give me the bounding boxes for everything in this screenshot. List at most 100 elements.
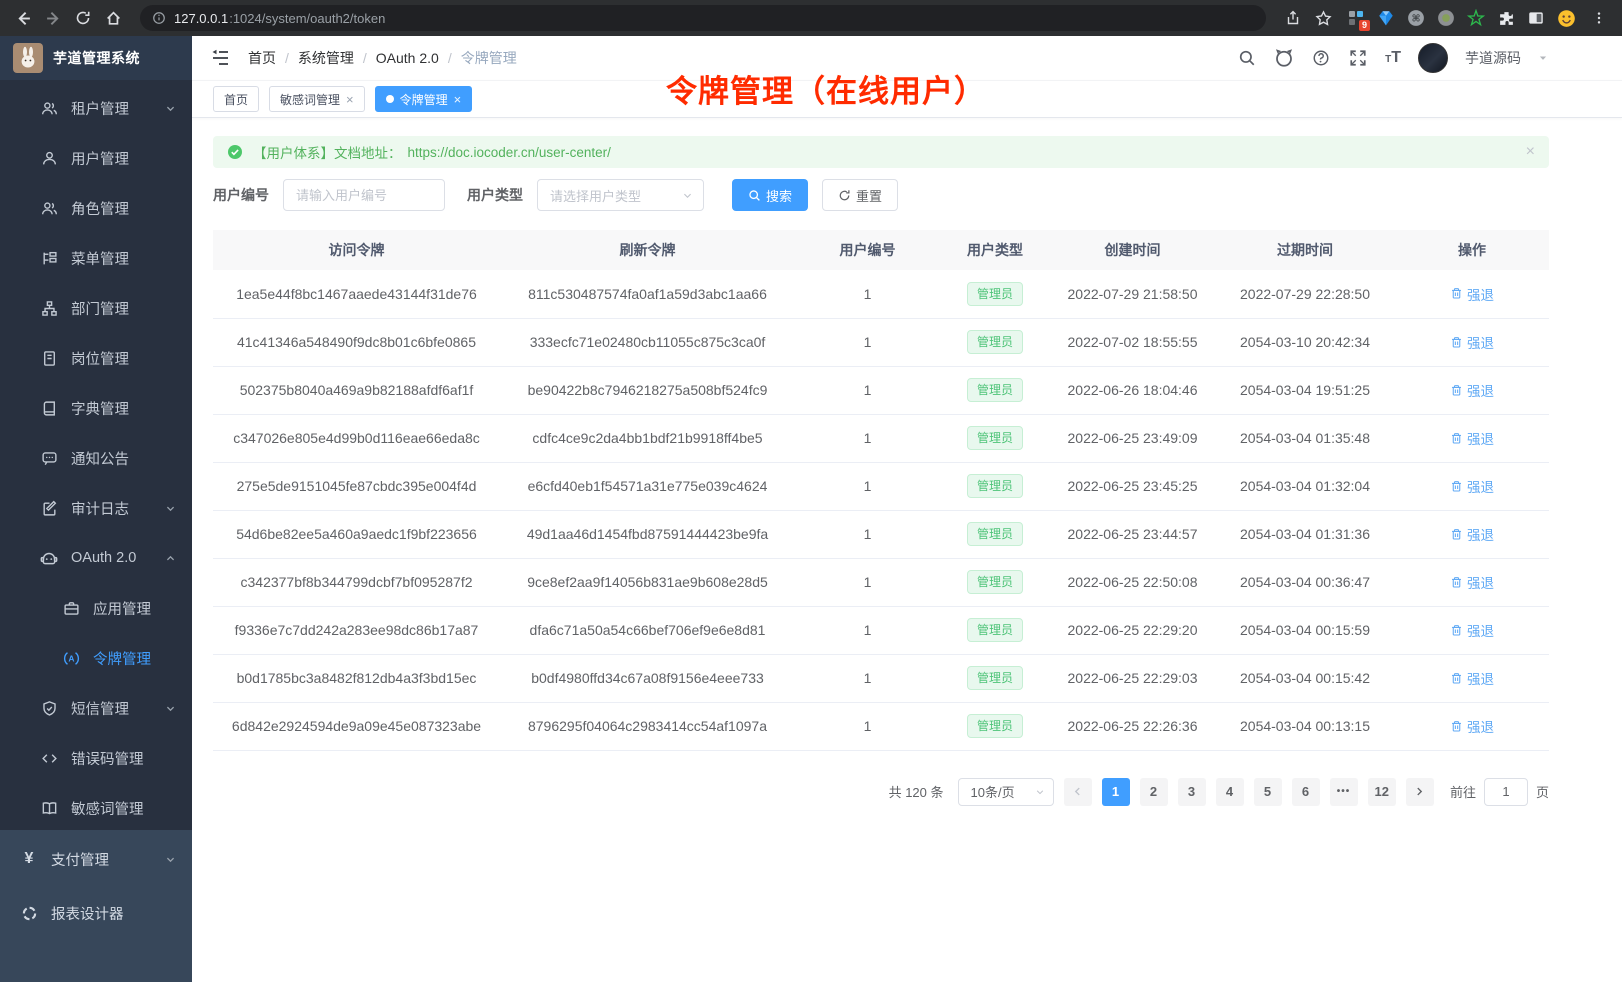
next-page-button[interactable] xyxy=(1406,778,1434,806)
sidebar-menu: 租户管理 用户管理 角色管理 菜单管理 部门管理 xyxy=(0,80,192,830)
sidebar-item-oauth2-app[interactable]: 应用管理 xyxy=(0,583,192,633)
sidebar-item-pay[interactable]: ¥ 支付管理 xyxy=(0,832,192,886)
sidebar-item-tenant[interactable]: 租户管理 xyxy=(0,83,192,133)
record-circle-icon[interactable] xyxy=(1436,8,1456,28)
fullscreen-icon[interactable] xyxy=(1348,48,1368,68)
close-icon[interactable]: × xyxy=(346,93,354,106)
split-window-icon[interactable] xyxy=(1526,8,1546,28)
sidebar-item-oauth2-token[interactable]: A 令牌管理 xyxy=(0,633,192,683)
emoji-icon[interactable] xyxy=(1556,8,1576,28)
search-button[interactable]: 搜索 xyxy=(732,179,808,211)
sidebar-item-dict[interactable]: 字典管理 xyxy=(0,383,192,433)
alert-close-icon[interactable]: × xyxy=(1526,143,1535,161)
goto-page-input[interactable] xyxy=(1484,778,1528,806)
sidebar-item-menu-mgmt[interactable]: 菜单管理 xyxy=(0,233,192,283)
sidebar-item-audit-log[interactable]: 审计日志 xyxy=(0,483,192,533)
sidebar-item-sensitive-word[interactable]: 敏感词管理 xyxy=(0,783,192,833)
breadcrumb-home[interactable]: 首页 xyxy=(248,48,276,68)
trash-icon xyxy=(1450,336,1463,349)
svg-text:A: A xyxy=(68,653,74,663)
app-logo[interactable]: 芋道管理系统 xyxy=(0,36,192,80)
user-type-badge: 管理员 xyxy=(967,282,1023,306)
user-id-input[interactable] xyxy=(283,179,445,211)
page-button-4[interactable]: 4 xyxy=(1216,778,1244,806)
doc-link[interactable]: https://doc.iocoder.cn/user-center/ xyxy=(408,145,611,160)
tab-home[interactable]: 首页 xyxy=(213,86,259,112)
sidebar-item-post[interactable]: 岗位管理 xyxy=(0,333,192,383)
edit-document-icon xyxy=(40,499,58,517)
page-size-select[interactable]: 10条/页 xyxy=(958,778,1054,806)
sidebar-item-report-designer[interactable]: 报表设计器 xyxy=(0,886,192,940)
cell-refresh-token: 9ce8ef2aa9f14056b831ae9b608e28d5 xyxy=(500,558,795,606)
share-icon[interactable] xyxy=(1280,5,1306,31)
doc-alert: 【用户体系】文档地址： https://doc.iocoder.cn/user-… xyxy=(213,136,1549,168)
page-button-12[interactable]: 12 xyxy=(1368,778,1396,806)
force-logout-button[interactable]: 强退 xyxy=(1450,668,1494,688)
green-star-icon[interactable] xyxy=(1466,8,1486,28)
cell-expires: 2022-07-29 22:28:50 xyxy=(1215,270,1395,318)
breadcrumb-oauth2[interactable]: OAuth 2.0 xyxy=(376,50,439,66)
force-logout-button[interactable]: 强退 xyxy=(1450,524,1494,544)
tab-label: 首页 xyxy=(224,91,248,108)
sidebar-item-dept[interactable]: 部门管理 xyxy=(0,283,192,333)
page-ellipsis-button[interactable]: ••• xyxy=(1330,778,1358,806)
trash-icon xyxy=(1450,624,1463,637)
user-type-select[interactable]: 请选择用户类型 xyxy=(537,179,704,211)
cell-access-token: 275e5de9151045fe87cbdc395e004f4d xyxy=(213,462,500,510)
browser-forward-icon[interactable] xyxy=(40,5,66,31)
sidebar-fold-icon[interactable] xyxy=(210,47,232,69)
force-logout-button[interactable]: 强退 xyxy=(1450,428,1494,448)
font-size-icon[interactable]: TT xyxy=(1385,49,1401,67)
address-bar[interactable]: 127.0.0.1:1024/system/oauth2/token xyxy=(140,5,1266,31)
page-button-6[interactable]: 6 xyxy=(1292,778,1320,806)
github-icon[interactable] xyxy=(1274,48,1294,68)
site-info-icon[interactable] xyxy=(152,11,166,25)
reset-button[interactable]: 重置 xyxy=(822,179,898,211)
force-logout-button[interactable]: 强退 xyxy=(1450,332,1494,352)
page-button-2[interactable]: 2 xyxy=(1140,778,1168,806)
force-logout-button[interactable]: 强退 xyxy=(1450,284,1494,304)
close-icon[interactable]: × xyxy=(454,93,462,106)
sidebar-item-notice[interactable]: 通知公告 xyxy=(0,433,192,483)
force-logout-button[interactable]: 强退 xyxy=(1450,380,1494,400)
org-chart-icon xyxy=(40,299,58,317)
caret-down-icon[interactable] xyxy=(1538,53,1548,63)
puzzle-icon[interactable] xyxy=(1496,8,1516,28)
tab-token-mgmt[interactable]: 令牌管理× xyxy=(375,86,473,112)
sidebar-item-errcode[interactable]: 错误码管理 xyxy=(0,733,192,783)
prev-page-button[interactable] xyxy=(1064,778,1092,806)
trash-icon xyxy=(1450,528,1463,541)
browser-home-icon[interactable] xyxy=(100,5,126,31)
gem-icon[interactable] xyxy=(1376,8,1396,28)
page-button-5[interactable]: 5 xyxy=(1254,778,1282,806)
table-row: b0d1785bc3a8482f812db4a3f3bd15ec b0df498… xyxy=(213,654,1549,702)
col-expires: 过期时间 xyxy=(1215,230,1395,270)
cell-created: 2022-07-02 18:55:55 xyxy=(1050,318,1215,366)
sidebar-item-user[interactable]: 用户管理 xyxy=(0,133,192,183)
user-type-badge: 管理员 xyxy=(967,474,1023,498)
force-logout-button[interactable]: 强退 xyxy=(1450,476,1494,496)
search-icon[interactable] xyxy=(1237,48,1257,68)
force-logout-button[interactable]: 强退 xyxy=(1450,716,1494,736)
browser-menu-icon[interactable] xyxy=(1586,5,1612,31)
force-logout-button[interactable]: 强退 xyxy=(1450,572,1494,592)
breadcrumb-system[interactable]: 系统管理 xyxy=(298,48,354,68)
force-logout-button[interactable]: 强退 xyxy=(1450,620,1494,640)
bookmark-star-icon[interactable] xyxy=(1310,5,1336,31)
url-path: :1024/system/oauth2/token xyxy=(229,11,385,26)
browser-back-icon[interactable] xyxy=(10,5,36,31)
user-avatar[interactable] xyxy=(1418,43,1448,73)
command-circle-icon[interactable]: ⌘ xyxy=(1406,8,1426,28)
sidebar-item-role[interactable]: 角色管理 xyxy=(0,183,192,233)
page-button-3[interactable]: 3 xyxy=(1178,778,1206,806)
tab-sensitive-word[interactable]: 敏感词管理× xyxy=(269,86,365,112)
help-icon[interactable] xyxy=(1311,48,1331,68)
browser-reload-icon[interactable] xyxy=(70,5,96,31)
user-name[interactable]: 芋道源码 xyxy=(1465,48,1521,68)
sidebar-item-sms[interactable]: 短信管理 xyxy=(0,683,192,733)
sidebar-item-label: 字典管理 xyxy=(71,398,129,419)
sidebar-item-oauth2[interactable]: OAuth 2.0 xyxy=(0,533,192,583)
extension-grid-icon[interactable]: 9 xyxy=(1346,8,1366,28)
page-button-1[interactable]: 1 xyxy=(1102,778,1130,806)
cell-expires: 2054-03-04 01:35:48 xyxy=(1215,414,1395,462)
